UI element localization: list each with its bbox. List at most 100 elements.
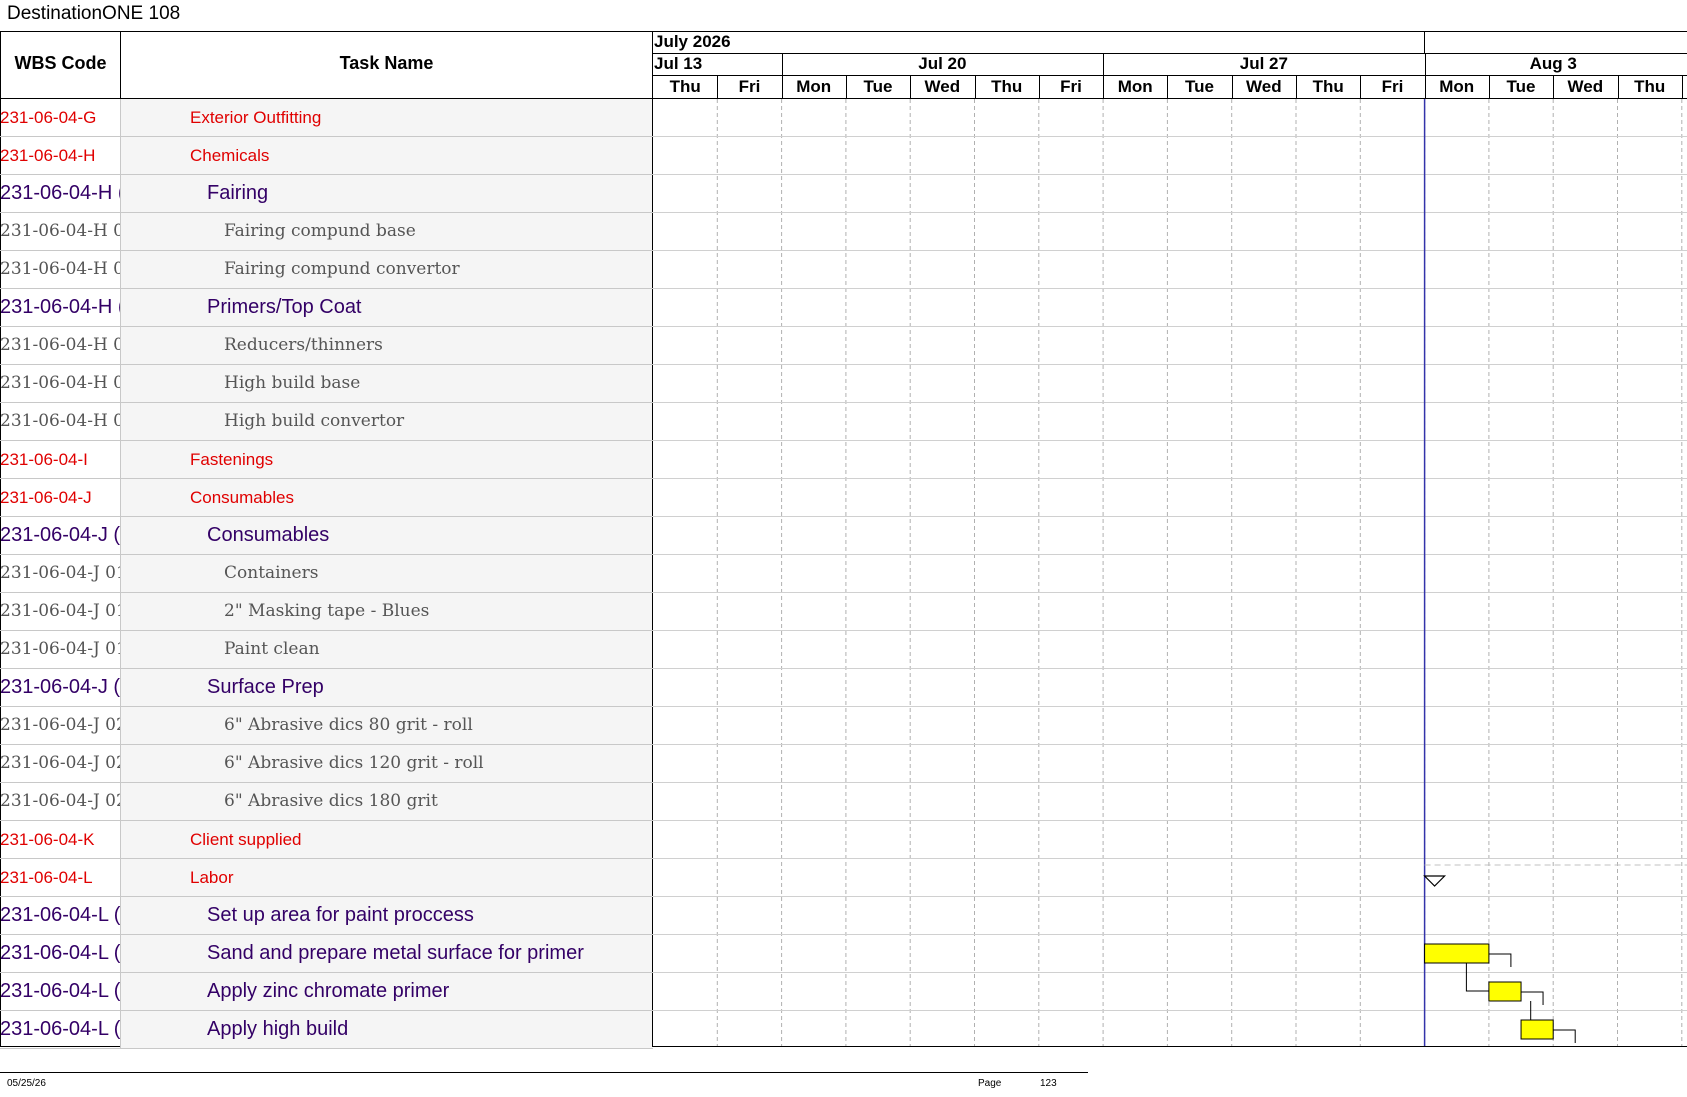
task-name-cell[interactable]: 6" Abrasive dics 120 grit - roll bbox=[121, 745, 652, 782]
wbs-code-cell[interactable]: 231-06-04-L ( bbox=[0, 973, 120, 1010]
table-row[interactable]: 231-06-04-J (Surface Prep bbox=[0, 669, 653, 707]
wbs-code-cell[interactable]: 231-06-04-J ( bbox=[0, 669, 120, 706]
task-name-cell[interactable]: Client supplied bbox=[121, 821, 652, 858]
wbs-code-cell[interactable]: 231-06-04-L ( bbox=[0, 897, 120, 934]
table-row[interactable]: 231-06-04-J (Consumables bbox=[0, 517, 653, 555]
task-name-cell[interactable]: Chemicals bbox=[121, 137, 652, 174]
wbs-column-divider bbox=[120, 99, 121, 137]
wbs-code-cell[interactable]: 231-06-04-H bbox=[0, 137, 120, 174]
wbs-column-divider bbox=[120, 897, 121, 935]
wbs-column-divider bbox=[120, 175, 121, 213]
task-name-cell[interactable]: Fairing compund base bbox=[121, 213, 652, 250]
wbs-code-cell[interactable]: 231-06-04-H 01 bbox=[0, 251, 120, 288]
table-row[interactable]: 231-06-04-K Client supplied bbox=[0, 821, 653, 859]
wbs-code-cell[interactable]: 231-06-04-G bbox=[0, 99, 120, 136]
task-name-cell[interactable]: Surface Prep bbox=[121, 669, 652, 706]
gantt-task-bar bbox=[1520, 1019, 1554, 1040]
task-name-cell[interactable]: Consumables bbox=[121, 517, 652, 554]
table-row[interactable]: 231-06-04-J 02 6" Abrasive dics 80 grit -… bbox=[0, 707, 653, 745]
wbs-code-cell[interactable]: 231-06-04-J ( bbox=[0, 517, 120, 554]
timeline-day-label: Mon bbox=[1439, 77, 1475, 96]
wbs-column-divider bbox=[120, 669, 121, 707]
wbs-code-cell[interactable]: 231-06-04-H 01 bbox=[0, 213, 120, 250]
wbs-code-cell[interactable]: 231-06-04-J 02 bbox=[0, 783, 120, 820]
gantt-chart bbox=[653, 99, 1687, 1046]
table-row[interactable]: 231-06-04-G Exterior Outfitting bbox=[0, 99, 653, 137]
timeline-week-label: Jul 13 bbox=[654, 54, 703, 73]
task-name-cell[interactable]: Fastenings bbox=[121, 441, 652, 478]
table-row[interactable]: 231-06-04-H Chemicals bbox=[0, 137, 653, 175]
footer-rule bbox=[0, 1072, 1088, 1073]
task-name-cell[interactable]: High build base bbox=[121, 365, 652, 402]
column-header-task-name[interactable]: Task Name bbox=[121, 53, 652, 74]
table-row[interactable]: 231-06-04-L (Set up area for paint procc… bbox=[0, 897, 653, 935]
wbs-code-cell[interactable]: 231-06-04-H 02 bbox=[0, 327, 120, 364]
table-row[interactable]: 231-06-04-H (Primers/Top Coat bbox=[0, 289, 653, 327]
table-row[interactable]: 231-06-04-H 02Reducers/thinners bbox=[0, 327, 653, 365]
wbs-code-cell[interactable]: 231-06-04-H ( bbox=[0, 175, 120, 212]
table-row[interactable]: 231-06-04-L (Apply high build bbox=[0, 1011, 653, 1049]
timeline-day-label: Thu bbox=[991, 77, 1023, 96]
wbs-code-cell[interactable]: 231-06-04-H 02 bbox=[0, 365, 120, 402]
table-top-border bbox=[0, 31, 1687, 32]
wbs-code-cell[interactable]: 231-06-04-J bbox=[0, 479, 120, 516]
day-divider bbox=[1682, 76, 1683, 98]
wbs-column-divider bbox=[120, 631, 121, 669]
footer-page-number: 123 bbox=[1040, 1078, 1057, 1089]
wbs-code-cell[interactable]: 231-06-04-J 01 bbox=[0, 593, 120, 630]
table-row[interactable]: 231-06-04-J 02 6" Abrasive dics 120 grit … bbox=[0, 745, 653, 783]
wbs-code-cell[interactable]: 231-06-04-H ( bbox=[0, 289, 120, 326]
table-row[interactable]: 231-06-04-J 01 Containers bbox=[0, 555, 653, 593]
wbs-code-cell[interactable]: 231-06-04-J 02 bbox=[0, 745, 120, 782]
task-name-cell[interactable]: Apply high build bbox=[121, 1011, 652, 1048]
task-name-cell[interactable]: Exterior Outfitting bbox=[121, 99, 652, 136]
wbs-code-cell[interactable]: 231-06-04-H 02 bbox=[0, 403, 120, 440]
wbs-code-cell[interactable]: 231-06-04-L ( bbox=[0, 935, 120, 972]
task-name-cell[interactable]: Paint clean bbox=[121, 631, 652, 668]
task-name-cell[interactable]: Set up area for paint proccess bbox=[121, 897, 652, 934]
wbs-code-cell[interactable]: 231-06-04-J 02 bbox=[0, 707, 120, 744]
task-name-cell[interactable]: Consumables bbox=[121, 479, 652, 516]
wbs-code-cell[interactable]: 231-06-04-L bbox=[0, 859, 120, 896]
task-name-cell[interactable]: Containers bbox=[121, 555, 652, 592]
table-row[interactable]: 231-06-04-J 01 2" Masking tape - Blues bbox=[0, 593, 653, 631]
timeline-day-label: Mon bbox=[796, 77, 832, 96]
wbs-code-cell[interactable]: 231-06-04-I bbox=[0, 441, 120, 478]
task-name-cell[interactable]: High build convertor bbox=[121, 403, 652, 440]
table-row[interactable]: 231-06-04-H (Fairing bbox=[0, 175, 653, 213]
wbs-code-cell[interactable]: 231-06-04-K bbox=[0, 821, 120, 858]
table-row[interactable]: 231-06-04-L (Sand and prepare metal surf… bbox=[0, 935, 653, 973]
wbs-code-cell[interactable]: 231-06-04-J 01 bbox=[0, 555, 120, 592]
wbs-column-divider bbox=[120, 479, 121, 517]
table-row[interactable]: 231-06-04-L (Apply zinc chromate primer bbox=[0, 973, 653, 1011]
task-name-cell[interactable]: Sand and prepare metal surface for prime… bbox=[121, 935, 652, 972]
wbs-column-divider bbox=[120, 365, 121, 403]
task-name-cell[interactable]: Apply zinc chromate primer bbox=[121, 973, 652, 1010]
table-row[interactable]: 231-06-04-J 01 Paint clean bbox=[0, 631, 653, 669]
task-name-cell[interactable]: Fairing bbox=[121, 175, 652, 212]
task-name-cell[interactable]: Fairing compund convertor bbox=[121, 251, 652, 288]
column-header-wbs[interactable]: WBS Code bbox=[1, 53, 120, 74]
task-name-cell[interactable]: 6" Abrasive dics 180 grit bbox=[121, 783, 652, 820]
timeline-week-label: Jul 20 bbox=[918, 54, 967, 73]
table-row[interactable]: 231-06-04-H 02High build convertor bbox=[0, 403, 653, 441]
table-row[interactable]: 231-06-04-H 01Fairing compund base bbox=[0, 213, 653, 251]
table-row[interactable]: 231-06-04-L Labor bbox=[0, 859, 653, 897]
table-row[interactable]: 231-06-04-J Consumables bbox=[0, 479, 653, 517]
document-title: DestinationONE 108 bbox=[7, 3, 181, 24]
table-row[interactable]: 231-06-04-I Fastenings bbox=[0, 441, 653, 479]
task-name-cell[interactable]: 6" Abrasive dics 80 grit - roll bbox=[121, 707, 652, 744]
gantt-summary-marker-icon bbox=[1423, 875, 1447, 887]
task-name-cell[interactable]: Reducers/thinners bbox=[121, 327, 652, 364]
wbs-column-divider bbox=[120, 821, 121, 859]
wbs-code-cell[interactable]: 231-06-04-J 01 bbox=[0, 631, 120, 668]
timeline-month-label: July 2026 bbox=[654, 32, 731, 51]
task-name-cell[interactable]: Labor bbox=[121, 859, 652, 896]
table-row[interactable]: 231-06-04-J 02 6" Abrasive dics 180 grit bbox=[0, 783, 653, 821]
timeline-day-label: Fri bbox=[1060, 77, 1082, 96]
task-name-cell[interactable]: Primers/Top Coat bbox=[121, 289, 652, 326]
task-name-cell[interactable]: 2" Masking tape - Blues bbox=[121, 593, 652, 630]
table-row[interactable]: 231-06-04-H 02High build base bbox=[0, 365, 653, 403]
table-row[interactable]: 231-06-04-H 01Fairing compund convertor bbox=[0, 251, 653, 289]
wbs-code-cell[interactable]: 231-06-04-L ( bbox=[0, 1011, 120, 1048]
